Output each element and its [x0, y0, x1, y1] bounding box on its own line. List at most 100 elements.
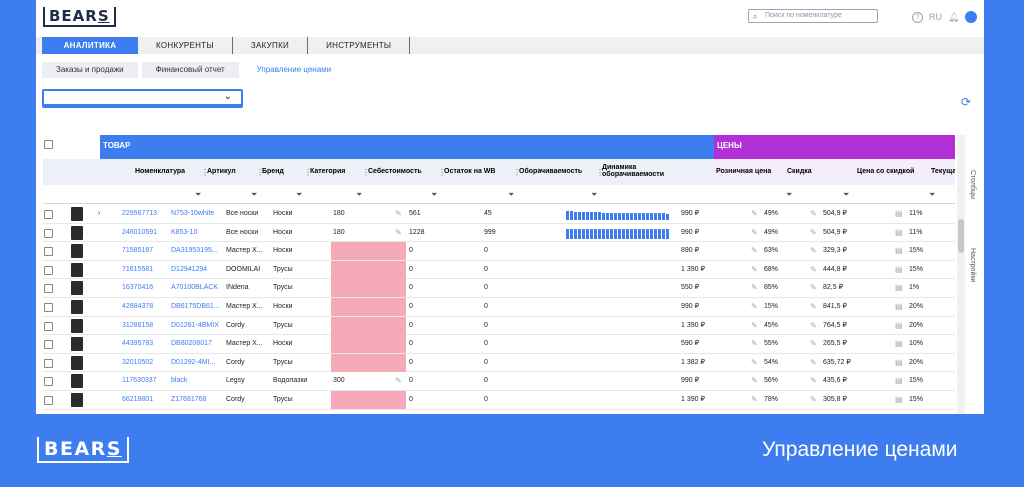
nm-link[interactable]: 32010502	[122, 354, 153, 372]
edit-icon[interactable]: ✎	[810, 354, 817, 372]
retail-price-cell[interactable]: 990 ₽	[681, 372, 699, 390]
edit-icon[interactable]: ✎	[395, 372, 402, 390]
subtab-1[interactable]: Финансовый отчет	[141, 62, 239, 78]
col-menu-icon[interactable]: ⋮	[362, 168, 370, 177]
row-checkbox[interactable]	[44, 321, 53, 331]
discount-cell[interactable]: 63%	[764, 242, 778, 260]
edit-icon[interactable]: ✎	[810, 261, 817, 279]
cost-missing-cell[interactable]	[331, 391, 406, 409]
article-link[interactable]: DB80208017	[171, 335, 221, 353]
nm-link[interactable]: 44395783	[122, 335, 153, 353]
cost-cell[interactable]: 180	[333, 224, 345, 242]
row-checkbox[interactable]	[44, 210, 53, 219]
subtab-0[interactable]: Заказы и продажи	[42, 62, 138, 78]
article-link[interactable]: DA31953195...	[171, 242, 221, 260]
retail-price-cell[interactable]: 1 382 ₽	[681, 354, 705, 372]
filter-icon[interactable]: ⏷	[356, 190, 362, 200]
refresh-icon[interactable]: ⟳	[961, 96, 973, 108]
settings-panel-toggle[interactable]: Настройки	[969, 248, 976, 282]
edit-icon[interactable]: ✎	[751, 391, 758, 409]
edit-icon[interactable]: ✎	[810, 279, 817, 297]
edit-icon[interactable]: ✎	[751, 205, 758, 223]
edit-icon[interactable]: ✎	[751, 317, 758, 335]
filter-icon[interactable]: ⏷	[929, 190, 935, 200]
col-header-6[interactable]: Оборачиваемость	[519, 168, 589, 175]
col-menu-icon[interactable]: ⋮	[304, 168, 312, 177]
retail-price-cell[interactable]: 990 ₽	[681, 205, 699, 223]
nm-link[interactable]: 31288158	[122, 317, 153, 335]
retail-price-cell[interactable]: 890 ₽	[681, 242, 699, 260]
vertical-scrollbar[interactable]	[957, 135, 965, 414]
edit-icon[interactable]: ✎	[751, 261, 758, 279]
filter-icon[interactable]: ⏷	[786, 190, 792, 200]
discount-cell[interactable]: 68%	[764, 261, 778, 279]
cost-cell[interactable]: 180	[333, 205, 345, 223]
row-checkbox[interactable]	[44, 247, 53, 257]
discount-cell[interactable]: 85%	[764, 279, 778, 297]
article-link[interactable]: D01292-4MI...	[171, 354, 221, 372]
filter-icon[interactable]: ⏷	[843, 190, 849, 200]
col-menu-icon[interactable]: ⋮	[438, 168, 446, 177]
nm-link[interactable]: 16370416	[122, 279, 153, 297]
col-header-11[interactable]: Текущая СПП	[931, 168, 955, 175]
edit-icon[interactable]: ✎	[751, 242, 758, 260]
expand-icon[interactable]: ›	[98, 205, 100, 223]
filter-icon[interactable]: ⏷	[251, 190, 257, 200]
tab-2[interactable]: ЗАКУПКИ	[233, 37, 309, 54]
edit-icon[interactable]: ✎	[810, 372, 817, 390]
row-checkbox[interactable]	[44, 228, 53, 238]
discount-cell[interactable]: 49%	[764, 205, 778, 223]
discount-cell[interactable]: 78%	[764, 391, 778, 409]
col-menu-icon[interactable]: ⋮	[513, 168, 521, 177]
col-header-10[interactable]: Цена со скидкой	[857, 168, 927, 175]
row-checkbox[interactable]	[44, 265, 53, 275]
col-menu-icon[interactable]: ⋮	[256, 168, 264, 177]
edit-icon[interactable]: ✎	[751, 335, 758, 353]
subtab-2[interactable]: Управление ценами	[242, 62, 346, 78]
article-link[interactable]: D01261-4BMIX	[171, 317, 221, 335]
avatar[interactable]	[965, 11, 978, 23]
nm-link[interactable]: 42884378	[122, 298, 153, 316]
filter-icon[interactable]: ⏷	[296, 190, 302, 200]
edit-icon[interactable]: ✎	[810, 317, 817, 335]
col-header-7[interactable]: Динамика оборачиваемости	[602, 164, 678, 178]
article-link[interactable]: DB6175DB61...	[171, 298, 221, 316]
retail-price-cell[interactable]: 1 390 ₽	[681, 261, 705, 279]
article-link[interactable]: Z17681768	[171, 391, 221, 409]
nm-link[interactable]: 66218801	[122, 391, 153, 409]
cost-missing-cell[interactable]	[331, 316, 406, 335]
edit-icon[interactable]: ✎	[810, 242, 817, 260]
bell-icon[interactable]: 🔔︎	[948, 12, 959, 23]
edit-icon[interactable]: ✎	[810, 391, 817, 409]
article-link[interactable]: black	[171, 372, 221, 390]
edit-icon[interactable]: ✎	[395, 224, 402, 242]
col-menu-icon[interactable]: ⋮	[596, 168, 604, 177]
row-checkbox[interactable]	[44, 396, 53, 405]
row-checkbox[interactable]	[44, 284, 53, 294]
cost-missing-cell[interactable]	[331, 242, 406, 261]
col-header-4[interactable]: Себестоимость	[368, 168, 438, 175]
edit-icon[interactable]: ✎	[395, 205, 402, 223]
retail-price-cell[interactable]: 1 390 ₽	[681, 317, 705, 335]
col-header-5[interactable]: Остаток на WB	[444, 168, 514, 175]
tab-3[interactable]: ИНСТРУМЕНТЫ	[308, 37, 411, 54]
nm-link[interactable]: 229567713	[122, 205, 157, 223]
discount-cell[interactable]: 45%	[764, 317, 778, 335]
nm-link[interactable]: 246010591	[122, 224, 157, 242]
edit-icon[interactable]: ✎	[810, 224, 817, 242]
edit-icon[interactable]: ✎	[751, 279, 758, 297]
edit-icon[interactable]: ✎	[751, 224, 758, 242]
retail-price-cell[interactable]: 590 ₽	[681, 335, 699, 353]
discount-cell[interactable]: 56%	[764, 372, 778, 390]
edit-icon[interactable]: ✎	[810, 335, 817, 353]
nm-link[interactable]: 71615581	[122, 261, 153, 279]
col-header-9[interactable]: Скидка	[787, 168, 857, 175]
article-link[interactable]: K853-10	[171, 224, 221, 242]
edit-icon[interactable]: ✎	[810, 298, 817, 316]
columns-panel-toggle[interactable]: Столбцы	[969, 170, 976, 199]
language-switch[interactable]: RU	[929, 12, 942, 22]
cost-cell[interactable]: 300	[333, 372, 345, 390]
select-all-checkbox[interactable]	[44, 140, 53, 149]
col-header-0[interactable]: Номенклатура	[135, 168, 205, 175]
article-link[interactable]: D12941294	[171, 261, 221, 279]
